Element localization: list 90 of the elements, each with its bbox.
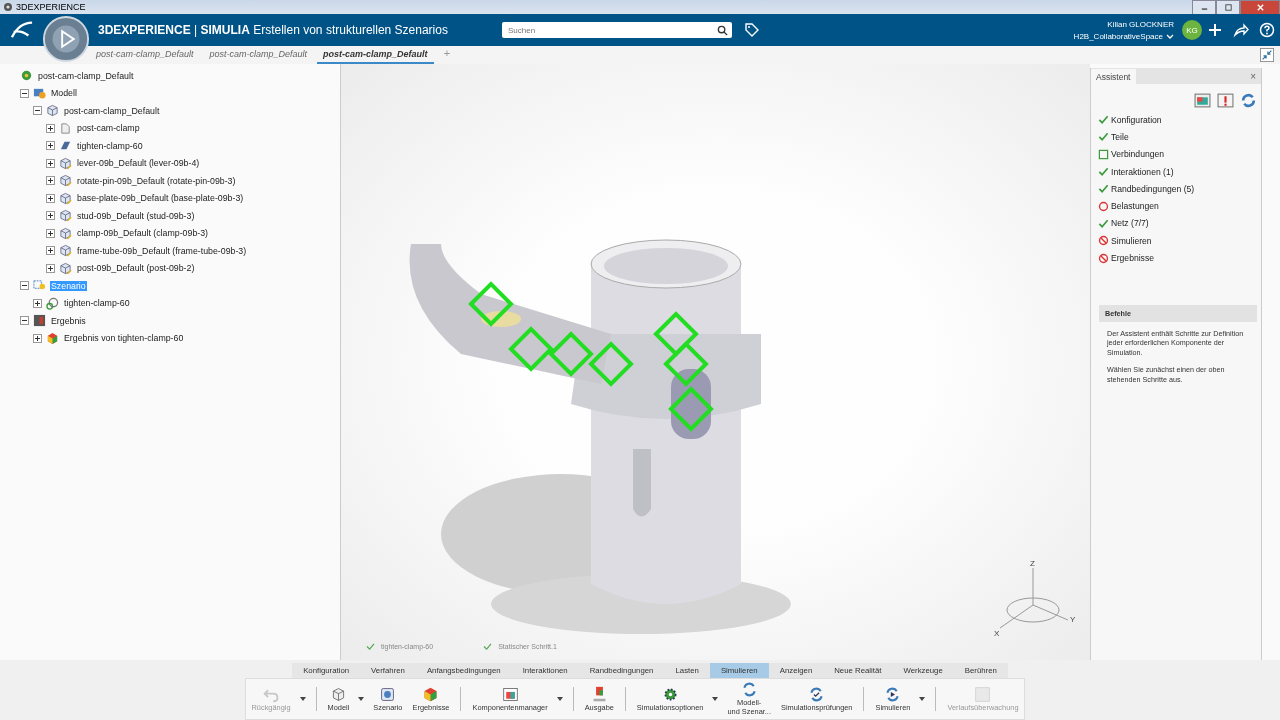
maximize-button[interactable] <box>1216 0 1240 15</box>
document-tab[interactable]: post-cam-clamp_Default <box>90 49 200 64</box>
tree-item[interactable]: Ergebnis von tighten-clamp-60 <box>63 333 185 344</box>
app-icon <box>3 2 13 12</box>
expand-toggle[interactable] <box>46 123 55 133</box>
simulate-icon <box>884 685 902 703</box>
collapse-icon[interactable] <box>1260 48 1274 62</box>
part-icon <box>59 156 72 170</box>
dropdown-arrow-icon[interactable] <box>712 697 719 701</box>
expand-toggle[interactable] <box>46 263 55 273</box>
tree-item[interactable]: lever-09b_Default (lever-09b-4) <box>76 158 201 169</box>
space-selector[interactable]: H2B_CollaborativeSpace <box>1073 31 1163 41</box>
tree-item[interactable]: tighten-clamp-60 <box>63 298 131 309</box>
expand-toggle[interactable] <box>20 316 29 326</box>
part-icon <box>59 244 72 258</box>
assistant-step[interactable]: Verbindungen <box>1111 149 1165 160</box>
assistant-step[interactable]: Interaktionen (1) <box>1111 166 1174 177</box>
close-button[interactable]: × <box>1250 70 1256 82</box>
manager-icon <box>501 685 519 703</box>
close-button[interactable] <box>1240 0 1280 15</box>
chart-icon[interactable] <box>1194 92 1211 109</box>
search-icon[interactable] <box>717 24 728 36</box>
expand-toggle[interactable] <box>20 88 29 98</box>
assistant-step[interactable]: Konfiguration <box>1111 114 1162 125</box>
tree-item[interactable]: post-cam-clamp_Default <box>63 105 161 116</box>
assistant-step[interactable]: Randbedingungen (5) <box>1111 183 1195 194</box>
tree-item[interactable]: clamp-09b_Default (clamp-09b-3) <box>76 228 210 239</box>
dropdown-arrow-icon[interactable] <box>556 697 563 701</box>
step-icon <box>46 296 59 310</box>
expand-toggle[interactable] <box>46 193 55 203</box>
part-icon <box>59 226 72 240</box>
part-icon <box>59 191 72 205</box>
tree-item[interactable]: frame-tube-09b_Default (frame-tube-09b-3) <box>76 245 248 256</box>
tree-item[interactable]: post-cam-clamp_Default <box>37 70 135 81</box>
panel-tab[interactable]: Assistent <box>1091 68 1136 84</box>
check-icon <box>808 685 826 703</box>
expand-toggle[interactable] <box>20 281 29 291</box>
expand-toggle[interactable] <box>46 141 55 151</box>
expand-toggle[interactable] <box>33 333 42 343</box>
share-icon[interactable] <box>1233 22 1249 38</box>
tree-item[interactable]: post-09b_Default (post-09b-2) <box>76 263 196 274</box>
assistant-step[interactable]: Ergebnisse <box>1111 253 1154 263</box>
tree-item[interactable]: rotate-pin-09b_Default (rotate-pin-09b-3) <box>76 175 237 186</box>
model-icon <box>33 86 46 100</box>
part-icon <box>59 174 72 188</box>
warning-icon[interactable] <box>1217 92 1234 109</box>
tree-item[interactable]: Ergebnis <box>50 315 87 326</box>
tree-item[interactable]: stud-09b_Default (stud-09b-3) <box>76 210 196 221</box>
search-field[interactable]: Suchen <box>502 22 732 38</box>
chevron-down-icon[interactable] <box>1166 33 1174 39</box>
user-name: Kilian GLOCKNER <box>1107 19 1174 29</box>
result-icon <box>33 314 46 328</box>
assembly-icon <box>46 104 59 118</box>
expand-toggle[interactable] <box>46 158 55 168</box>
assistant-step[interactable]: Belastungen <box>1111 201 1159 212</box>
dropdown-arrow-icon[interactable] <box>358 697 365 701</box>
dropdown-arrow-icon[interactable] <box>919 697 926 701</box>
shape-icon <box>59 121 72 135</box>
expand-toggle[interactable] <box>33 298 42 308</box>
help-icon[interactable] <box>1259 22 1275 38</box>
part-icon <box>59 261 72 275</box>
check-icon <box>366 643 375 650</box>
scenario-icon <box>379 685 397 703</box>
expand-toggle[interactable] <box>46 176 55 186</box>
monitor-icon <box>974 685 992 703</box>
refresh-icon[interactable] <box>1240 92 1257 109</box>
assistant-step[interactable]: Simulieren <box>1111 235 1152 246</box>
tree-item[interactable]: post-cam-clamp <box>76 123 141 134</box>
root-icon <box>20 69 33 83</box>
assistant-step[interactable]: Netz (7/7) <box>1111 218 1149 229</box>
tree-item[interactable]: base-plate-09b_Default (base-plate-09b-3) <box>76 193 245 204</box>
minimize-button[interactable] <box>1192 0 1216 15</box>
expand-toggle[interactable] <box>33 106 42 116</box>
window-title: 3DEXPERIENCE <box>16 2 86 12</box>
close-icon <box>1255 2 1265 12</box>
tree-item[interactable]: Modell <box>50 88 78 99</box>
tree-item[interactable]: tighten-clamp-60 <box>76 140 144 151</box>
expand-toggle[interactable] <box>46 246 55 256</box>
sync-icon <box>740 681 758 699</box>
part-icon <box>59 209 72 223</box>
expand-toggle[interactable] <box>46 228 55 238</box>
app-title: 3DEXPERIENCE | SIMULIA Erstellen von strukturellen Szenarios <box>98 23 449 37</box>
plus-icon[interactable] <box>1207 22 1223 38</box>
assistant-step[interactable]: Teile <box>1111 131 1129 142</box>
tag-icon[interactable] <box>744 22 760 38</box>
maximize-icon <box>1223 2 1233 12</box>
expand-toggle[interactable] <box>46 211 55 221</box>
resultitem-icon <box>46 331 59 345</box>
document-tab[interactable]: post-cam-clamp_Default <box>203 49 314 64</box>
check-icon <box>483 643 493 650</box>
